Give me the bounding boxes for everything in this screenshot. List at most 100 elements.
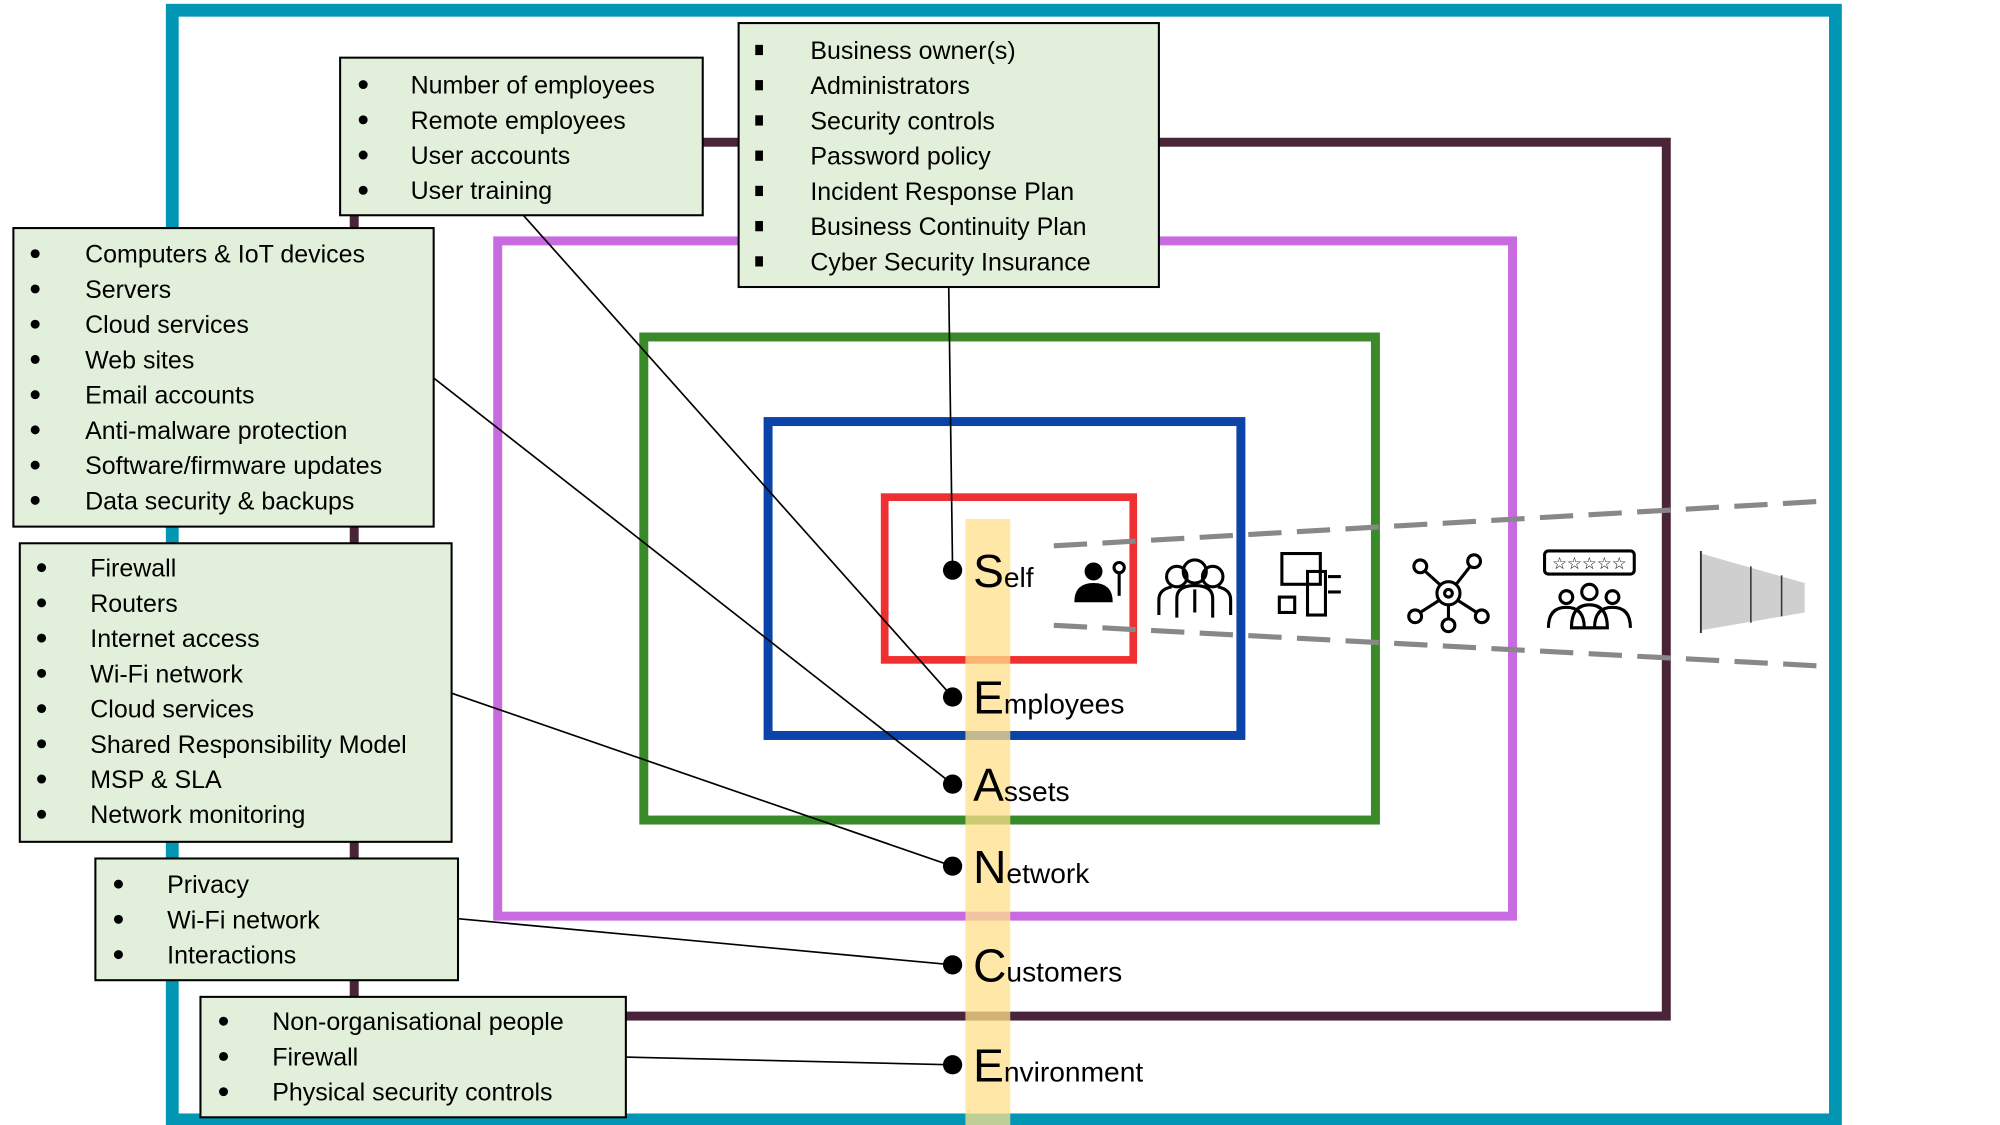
bullet-icon <box>358 80 368 90</box>
bullet-icon <box>30 354 40 364</box>
self-details-box: Business owner(s) Administrators Security … <box>737 22 1160 289</box>
layer-initial: N <box>973 841 1006 893</box>
bullet-icon <box>37 774 47 784</box>
connector-assets <box>433 377 954 785</box>
layer-label-customers: Customers <box>973 939 1122 991</box>
layer-rest: etwork <box>1006 857 1090 889</box>
bullet-icon <box>30 319 40 329</box>
list-item: User training <box>411 177 553 205</box>
list-item: Wi-Fi network <box>90 660 243 688</box>
list-item: Incident Response Plan <box>810 178 1074 206</box>
list-item: Web sites <box>85 346 194 374</box>
bullet-icon <box>37 633 47 643</box>
layer-dot-customers <box>942 955 963 975</box>
bullet-icon <box>30 425 40 435</box>
list-item: Firewall <box>90 555 176 583</box>
layer-initial: E <box>973 672 1004 724</box>
bullet-icon <box>755 150 763 161</box>
list-item: Business Continuity Plan <box>810 213 1086 241</box>
list-item: Email accounts <box>85 382 254 410</box>
network-details-box: Firewall Routers Internet access Wi-Fi netw… <box>18 542 453 843</box>
layer-rest: mployees <box>1004 688 1125 720</box>
network-hub-icon <box>1407 553 1490 634</box>
list-item: Internet access <box>90 625 259 653</box>
bullet-icon <box>755 221 763 232</box>
connector-network <box>451 692 953 867</box>
layer-initial: A <box>973 759 1004 811</box>
list-item: Anti-malware protection <box>85 417 347 445</box>
list-item: Number of employees <box>411 72 655 100</box>
layer-initial: C <box>973 939 1006 991</box>
bullet-icon <box>30 249 40 259</box>
list-item: Software/firmware updates <box>85 452 382 480</box>
list-item: Firewall <box>272 1043 358 1071</box>
bullet-icon <box>755 44 763 56</box>
bullet-icon <box>30 284 40 294</box>
layer-rest: nvironment <box>1004 1055 1144 1087</box>
list-item: Administrators <box>810 72 970 100</box>
bullet-icon <box>219 1016 229 1026</box>
bullet-icon <box>358 150 368 160</box>
environment-details-box: Non-organisational people Firewall Physica… <box>199 995 627 1119</box>
list-item: Data security & backups <box>85 487 354 515</box>
bullet-icon <box>755 185 763 197</box>
bullet-icon <box>30 390 40 400</box>
assets-details-box: Computers & IoT devices Servers Cloud serv… <box>12 227 435 528</box>
list-item: Security controls <box>810 107 995 135</box>
layer-initial: E <box>973 1039 1004 1091</box>
person-key-icon <box>1074 560 1126 603</box>
bullet-icon <box>37 598 47 608</box>
layer-label-network: Network <box>973 841 1090 893</box>
highlight-strip <box>965 518 1011 1125</box>
bullet-icon <box>113 914 123 924</box>
layer-dot-employees <box>942 687 963 707</box>
list-item: Cloud services <box>90 696 254 724</box>
layer-rest: ustomers <box>1006 955 1122 987</box>
bullet-icon <box>219 1051 229 1061</box>
layer-dot-network <box>942 856 963 876</box>
seance-diagram: ☆☆☆☆☆ Self Employees Assets Network Customer… <box>12 3 1842 1125</box>
customers-details-box: Privacy Wi-Fi network Interactions <box>94 857 460 982</box>
bullet-icon <box>358 115 368 125</box>
employees-details-box: Number of employees Remote employees User … <box>339 56 704 217</box>
bullet-icon <box>30 460 40 470</box>
bullet-icon <box>37 668 47 678</box>
layer-label-environment: Environment <box>973 1039 1143 1091</box>
connector-environment <box>625 1056 953 1066</box>
bullet-icon <box>30 495 40 505</box>
layer-dot-assets <box>942 774 963 794</box>
list-item: Privacy <box>167 871 249 899</box>
list-item: User accounts <box>411 142 571 170</box>
list-item: Business owner(s) <box>810 37 1015 65</box>
employees-group-icon <box>1157 558 1233 618</box>
connector-customers <box>457 917 953 966</box>
layer-label-employees: Employees <box>973 672 1124 724</box>
list-item: MSP & SLA <box>90 766 222 794</box>
layer-initial: S <box>973 545 1004 597</box>
list-item: Interactions <box>167 942 296 970</box>
customer-review-icon: ☆☆☆☆☆ <box>1543 549 1636 630</box>
list-item: Remote employees <box>411 107 626 135</box>
bullet-icon <box>755 80 763 91</box>
list-item: Password policy <box>810 143 991 171</box>
bullet-icon <box>755 115 763 126</box>
bullet-icon <box>219 1087 229 1097</box>
list-item: Physical security controls <box>272 1079 552 1107</box>
bullet-icon <box>37 563 47 573</box>
perspective-line-top <box>1053 498 1827 549</box>
perspective-line-bottom <box>1053 622 1827 669</box>
layer-rest: elf <box>1004 561 1034 593</box>
bullet-icon <box>358 185 368 195</box>
bullet-icon <box>113 950 123 960</box>
svg-text:☆☆☆☆☆: ☆☆☆☆☆ <box>1552 554 1627 573</box>
list-item: Computers & IoT devices <box>85 241 365 269</box>
list-item: Network monitoring <box>90 801 305 829</box>
layer-rest: ssets <box>1004 775 1070 807</box>
bullet-icon <box>37 704 47 714</box>
list-item: Cloud services <box>85 311 249 339</box>
bullet-icon <box>37 809 47 819</box>
list-item: Routers <box>90 590 177 618</box>
layer-label-self: Self <box>973 545 1034 597</box>
connector-self <box>947 287 954 571</box>
layer-dot-self <box>942 560 963 580</box>
